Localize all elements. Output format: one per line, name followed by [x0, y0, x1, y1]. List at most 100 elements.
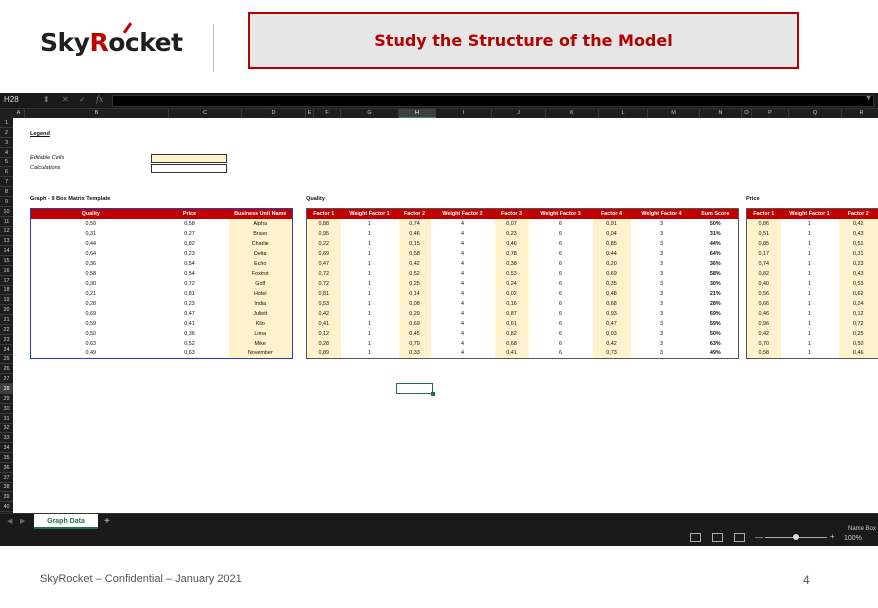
table-cell[interactable]: 6 [529, 319, 593, 329]
table-cell[interactable]: 0,58 [151, 219, 229, 229]
table-cell[interactable]: Hotel [228, 288, 293, 299]
table-cell[interactable]: 1 [781, 279, 839, 289]
table-cell[interactable]: 0,41 [494, 348, 529, 359]
table-cell[interactable]: 0,36 [31, 259, 151, 269]
zoom-in-button[interactable]: + [830, 532, 835, 541]
table-cell[interactable]: 1 [781, 239, 839, 249]
table-cell[interactable]: 4 [431, 339, 495, 349]
table-cell[interactable]: 0,53 [494, 268, 529, 279]
table-cell[interactable]: 0,54 [151, 269, 229, 279]
table-cell[interactable]: 1 [781, 319, 839, 329]
table-cell[interactable]: 0,58 [31, 269, 151, 279]
table-cell[interactable]: 0,43 [838, 268, 878, 279]
table-cell[interactable]: 0,82 [746, 268, 781, 279]
table-cell[interactable]: 1 [341, 269, 399, 279]
table-cell[interactable]: 1 [781, 259, 839, 269]
table-cell[interactable]: 0,14 [398, 288, 431, 299]
sheet-tab-graph-data[interactable]: Graph Data [34, 514, 98, 529]
table-cell[interactable]: 1 [341, 249, 399, 259]
name-box[interactable]: H28 [4, 95, 34, 107]
table-cell[interactable]: Charlie [228, 238, 293, 249]
column-header-l[interactable]: L [599, 109, 648, 118]
table-cell[interactable]: 4 [431, 259, 495, 269]
table-cell[interactable]: 63% [693, 339, 739, 349]
table-cell[interactable]: 28% [693, 299, 739, 309]
table-cell[interactable]: 3 [631, 269, 693, 279]
formula-input[interactable] [112, 95, 874, 107]
row-header-13[interactable]: 13 [0, 236, 13, 247]
table-cell[interactable]: 3 [631, 309, 693, 319]
table-cell[interactable]: 6 [529, 279, 593, 289]
table-cell[interactable]: 3 [631, 349, 693, 359]
table-cell[interactable]: 1 [341, 289, 399, 299]
table-cell[interactable]: Alpha [228, 218, 293, 229]
table-cell[interactable]: 0,59 [31, 319, 151, 329]
row-header-39[interactable]: 39 [0, 492, 13, 503]
row-header-38[interactable]: 38 [0, 482, 13, 493]
table-cell[interactable]: 0,74 [746, 258, 781, 269]
row-header-4[interactable]: 4 [0, 148, 13, 158]
table-cell[interactable]: 0,46 [494, 238, 529, 249]
table-cell[interactable]: 0,43 [838, 228, 878, 239]
table-cell[interactable]: India [228, 298, 293, 309]
row-header-40[interactable]: 40 [0, 502, 13, 513]
page-layout-icon[interactable] [712, 533, 723, 542]
row-header-12[interactable]: 12 [0, 226, 13, 237]
prev-sheet-icon[interactable]: ◀ [7, 517, 12, 525]
row-header-7[interactable]: 7 [0, 177, 13, 188]
table-cell[interactable]: 0,24 [838, 298, 878, 309]
function-icon[interactable]: fx [96, 95, 103, 104]
table-cell[interactable]: 0,87 [494, 308, 529, 319]
row-header-34[interactable]: 34 [0, 443, 13, 454]
table-cell[interactable]: 0,70 [746, 338, 781, 349]
table-cell[interactable]: 0,69 [306, 248, 341, 259]
table-cell[interactable]: 3 [631, 339, 693, 349]
table-cell[interactable]: 1 [341, 319, 399, 329]
zoom-level[interactable]: 100% [844, 535, 862, 542]
row-header-37[interactable]: 37 [0, 473, 13, 483]
column-header-q[interactable]: Q [789, 109, 842, 118]
table-cell[interactable]: 0,30 [31, 279, 151, 289]
table-cell[interactable]: 1 [781, 219, 839, 229]
row-header-29[interactable]: 29 [0, 394, 13, 404]
table-cell[interactable]: Mike [228, 338, 293, 349]
table-cell[interactable]: 0,42 [306, 308, 341, 319]
table-cell[interactable]: 0,95 [306, 228, 341, 239]
table-cell[interactable]: 0,79 [398, 338, 431, 349]
column-header-h[interactable]: H [399, 109, 436, 118]
table-cell[interactable]: 64% [693, 249, 739, 259]
table-cell[interactable]: 1 [781, 339, 839, 349]
table-cell[interactable]: 3 [631, 259, 693, 269]
table-cell[interactable]: 0,68 [592, 298, 631, 309]
table-cell[interactable]: 0,50 [31, 219, 151, 229]
table-cell[interactable]: 0,23 [151, 249, 229, 259]
table-cell[interactable]: 0,61 [494, 318, 529, 329]
row-header-5[interactable]: 5 [0, 157, 13, 168]
table-cell[interactable]: 0,45 [398, 328, 431, 339]
row-header-32[interactable]: 32 [0, 423, 13, 434]
table-cell[interactable]: 0,47 [306, 258, 341, 269]
table-cell[interactable]: 0,24 [494, 278, 529, 289]
table-cell[interactable]: 0,41 [306, 318, 341, 329]
table-cell[interactable]: 0,33 [398, 348, 431, 359]
namebox-stepper-icon[interactable]: ⬍ [43, 95, 50, 104]
row-header-26[interactable]: 26 [0, 364, 13, 375]
table-cell[interactable]: 0,47 [151, 309, 229, 319]
table-cell[interactable]: 0,85 [746, 238, 781, 249]
table-cell[interactable]: 0,46 [746, 308, 781, 319]
worksheet-grid[interactable]: Legend Editable Cells Calculations Graph… [13, 118, 878, 513]
row-header-30[interactable]: 30 [0, 404, 13, 414]
table-cell[interactable]: 0,29 [398, 308, 431, 319]
table-cell[interactable]: 69% [693, 309, 739, 319]
table-cell[interactable]: 6 [529, 299, 593, 309]
column-header-e[interactable]: E [306, 109, 314, 118]
row-header-8[interactable]: 8 [0, 187, 13, 197]
table-cell[interactable]: 0,23 [151, 299, 229, 309]
table-cell[interactable]: 0,69 [31, 309, 151, 319]
table-cell[interactable]: 0,23 [494, 228, 529, 239]
table-cell[interactable]: 0,44 [592, 248, 631, 259]
table-cell[interactable]: 1 [781, 269, 839, 279]
row-header-3[interactable]: 3 [0, 138, 13, 148]
table-cell[interactable]: 0,53 [306, 298, 341, 309]
page-break-view-icon[interactable] [734, 533, 745, 542]
